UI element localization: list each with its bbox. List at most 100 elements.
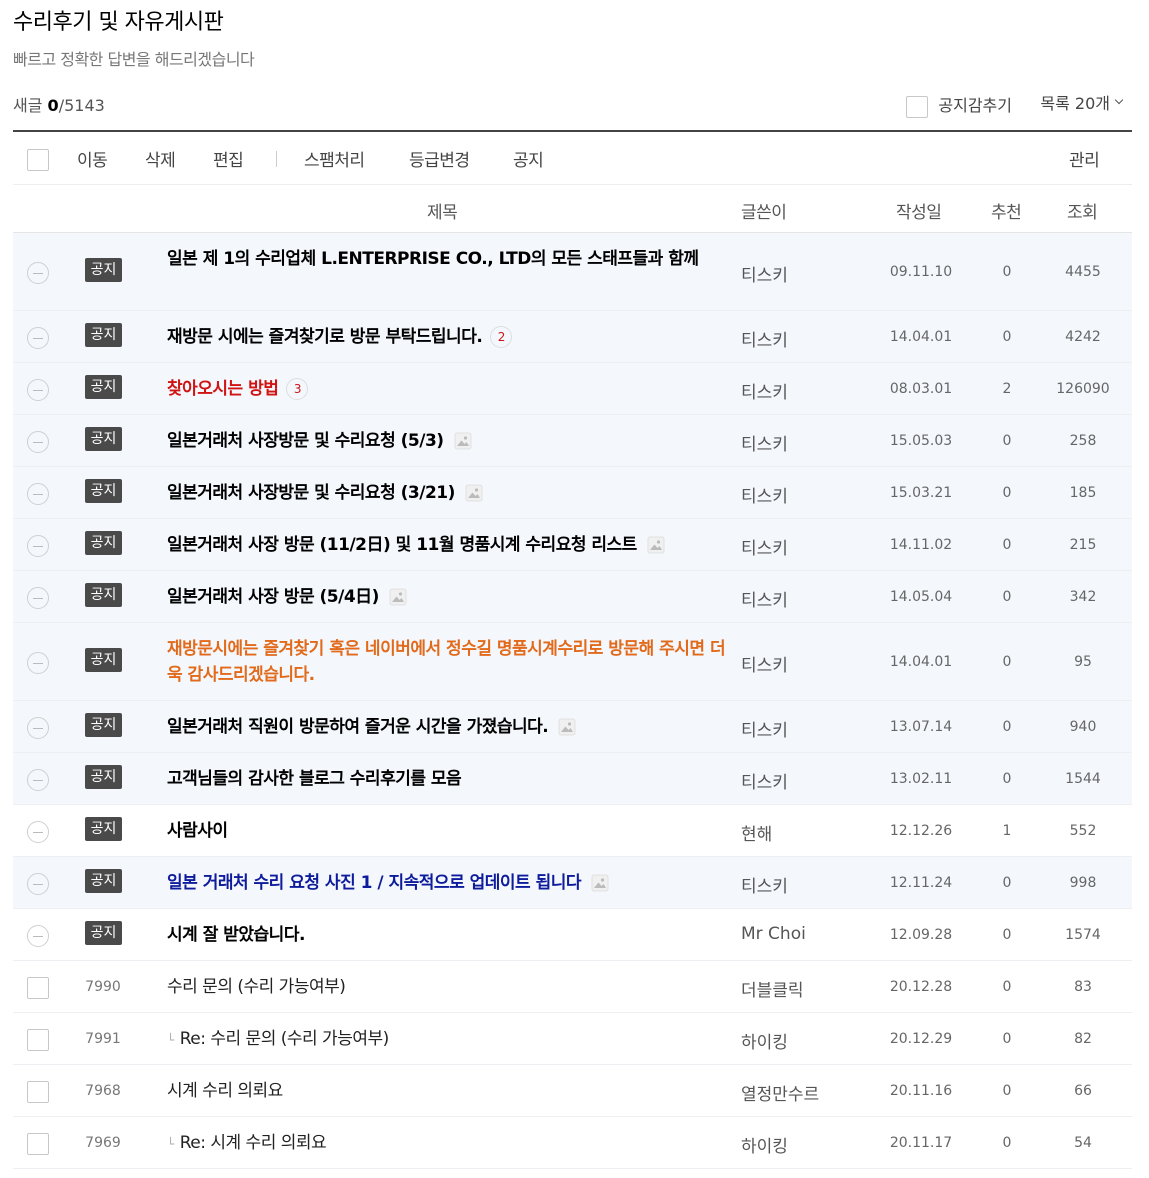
notice-exclude-icon [27, 262, 49, 284]
post-likes: 0 [1002, 329, 1012, 345]
post-author[interactable]: 티스키 [741, 534, 788, 559]
post-title-link[interactable]: 일본거래처 사장 방문 (11/2日) 및 11월 명품시계 수리요청 리스트 [167, 532, 727, 558]
post-views: 126090 [1056, 381, 1110, 397]
post-title: 일본거래처 사장방문 및 수리요청 (3/21) [167, 483, 455, 503]
row-checkbox[interactable] [27, 977, 49, 999]
post-title-link[interactable]: 찾아오시는 방법 3 [167, 376, 727, 402]
post-title-link[interactable]: 재방문시에는 즐겨찾기 혹은 네이버에서 정수길 명품시계수리로 방문해 주시면… [167, 636, 727, 688]
post-title-link[interactable]: 고객님들의 감사한 블로그 수리후기를 모음 [167, 766, 727, 792]
post-author[interactable]: 티스키 [741, 482, 788, 507]
post-author[interactable]: 현해 [741, 820, 772, 845]
post-likes: 0 [1002, 1031, 1012, 1047]
post-author[interactable]: 하이킹 [741, 1132, 788, 1157]
notice-row: 공지 일본거래처 사장방문 및 수리요청 (5/3) 티스키 15.05.03 0 258 [13, 415, 1132, 467]
select-all-checkbox[interactable] [27, 149, 49, 171]
notice-exclude-icon [27, 483, 49, 505]
post-date: 20.12.29 [889, 1031, 953, 1047]
post-author[interactable]: 티스키 [741, 326, 788, 351]
post-views: 95 [1074, 654, 1092, 670]
notice-row: 공지 찾아오시는 방법 3 티스키 08.03.01 2 126090 [13, 363, 1132, 415]
post-author[interactable]: 하이킹 [741, 1028, 788, 1053]
post-title-link[interactable]: 사람사이 [167, 818, 727, 844]
spam-button[interactable]: 스팸처리 [304, 146, 365, 171]
manage-button[interactable]: 관리 [1069, 146, 1100, 171]
column-date: 작성일 [896, 203, 942, 223]
reply-indent-icon: └ [167, 1033, 174, 1047]
post-author[interactable]: 티스키 [741, 651, 788, 676]
hide-notice-checkbox[interactable] [906, 96, 929, 118]
post-likes: 0 [1002, 1083, 1012, 1099]
notice-exclude-icon [27, 717, 49, 739]
post-title-link[interactable]: └ Re: 수리 문의 (수리 가능여부) [167, 1026, 727, 1053]
hide-notice-toggle[interactable]: 공지감추기 [906, 90, 1012, 118]
notice-badge: 공지 [85, 427, 122, 451]
list-size-select[interactable]: 목록 20개 [1040, 90, 1124, 114]
notice-exclude-icon [27, 873, 49, 895]
post-author[interactable]: 티스키 [741, 872, 788, 897]
post-title-link[interactable]: 일본거래처 사장 방문 (5/4日) [167, 584, 727, 610]
notice-row: 공지 일본 제 1의 수리업체 L.ENTERPRISE CO., LTD의 모든… [13, 233, 1132, 311]
post-author[interactable]: 티스키 [741, 261, 788, 286]
notice-exclude-icon [27, 769, 49, 791]
manage-toolbar: 이동 삭제 편집 스팸처리 등급변경 공지 관리 [13, 130, 1132, 185]
column-title: 제목 [427, 203, 458, 223]
notice-row: 공지 고객님들의 감사한 블로그 수리후기를 모음 티스키 13.02.11 0 1544 [13, 753, 1132, 805]
notice-exclude-icon [27, 821, 49, 843]
post-title: Re: 수리 문의 (수리 가능여부) [179, 1029, 390, 1049]
image-attached-icon [647, 536, 665, 554]
post-author[interactable]: 티스키 [741, 768, 788, 793]
post-author[interactable]: 티스키 [741, 430, 788, 455]
comment-count[interactable]: 3 [286, 378, 309, 400]
post-views: 83 [1074, 979, 1092, 995]
comment-count[interactable]: 2 [490, 326, 513, 348]
grade-change-button[interactable]: 등급변경 [409, 146, 470, 171]
post-title: 수리 문의 (수리 가능여부) [167, 977, 346, 997]
post-title-link[interactable]: 수리 문의 (수리 가능여부) [167, 974, 727, 1000]
post-likes: 0 [1002, 979, 1012, 995]
post-title-link[interactable]: 일본 거래처 수리 요청 사진 1 / 지속적으로 업데이트 됩니다 [167, 870, 727, 896]
post-author[interactable]: 티스키 [741, 586, 788, 611]
notice-row: 공지 일본거래처 사장 방문 (11/2日) 및 11월 명품시계 수리요청 리스… [13, 519, 1132, 571]
post-author[interactable]: 더블클릭 [741, 976, 804, 1001]
post-title-link[interactable]: 일본 제 1의 수리업체 L.ENTERPRISE CO., LTD의 모든 스… [167, 246, 727, 272]
image-attached-icon [389, 588, 407, 606]
post-views: 185 [1069, 485, 1097, 501]
row-checkbox[interactable] [27, 1081, 49, 1103]
post-date: 09.11.10 [889, 264, 953, 280]
count-row: 새글 0/5143 공지감추기 목록 20개 [13, 88, 1132, 118]
post-author[interactable]: 티스키 [741, 716, 788, 741]
board-header: 수리후기 및 자유게시판 빠르고 정확한 답변을 해드리겠습니다 [13, 4, 255, 70]
move-button[interactable]: 이동 [77, 146, 108, 171]
post-title-link[interactable]: 재방문 시에는 즐겨찾기로 방문 부탁드립니다. 2 [167, 324, 727, 350]
edit-button[interactable]: 편집 [213, 146, 244, 171]
table-row: 7991 └ Re: 수리 문의 (수리 가능여부) 하이킹 20.12.29 0 82 [13, 1013, 1132, 1065]
notice-button[interactable]: 공지 [513, 146, 544, 171]
row-checkbox[interactable] [27, 1029, 49, 1051]
notice-badge: 공지 [85, 479, 122, 503]
image-attached-icon [465, 484, 483, 502]
post-views: 54 [1074, 1135, 1092, 1151]
post-title-link[interactable]: 일본거래처 사장방문 및 수리요청 (5/3) [167, 428, 727, 454]
post-views: 1574 [1065, 927, 1101, 943]
post-title-link[interactable]: 시계 수리 의뢰요 [167, 1078, 727, 1104]
column-likes: 추천 [991, 203, 1022, 223]
post-views: 342 [1069, 589, 1097, 605]
notice-badge: 공지 [85, 921, 122, 945]
post-number: 7990 [85, 979, 121, 995]
notice-badge: 공지 [85, 583, 122, 607]
post-views: 940 [1069, 719, 1097, 735]
post-author[interactable]: Mr Choi [741, 924, 806, 944]
delete-button[interactable]: 삭제 [145, 146, 176, 171]
post-title-link[interactable]: 일본거래처 직원이 방문하여 즐거운 시간을 가졌습니다. [167, 714, 727, 740]
post-title: 사람사이 [167, 821, 228, 841]
notice-badge: 공지 [85, 323, 122, 347]
row-checkbox[interactable] [27, 1133, 49, 1155]
post-author[interactable]: 열정만수르 [741, 1080, 819, 1105]
post-title-link[interactable]: └ Re: 시계 수리 의뢰요 [167, 1130, 727, 1157]
notice-row: 공지 재방문시에는 즐겨찾기 혹은 네이버에서 정수길 명품시계수리로 방문해 주… [13, 623, 1132, 701]
post-title-link[interactable]: 시계 잘 받았습니다. [167, 922, 727, 948]
post-title: 찾아오시는 방법 [167, 379, 279, 399]
post-likes: 0 [1002, 719, 1012, 735]
post-title-link[interactable]: 일본거래처 사장방문 및 수리요청 (3/21) [167, 480, 727, 506]
post-author[interactable]: 티스키 [741, 378, 788, 403]
